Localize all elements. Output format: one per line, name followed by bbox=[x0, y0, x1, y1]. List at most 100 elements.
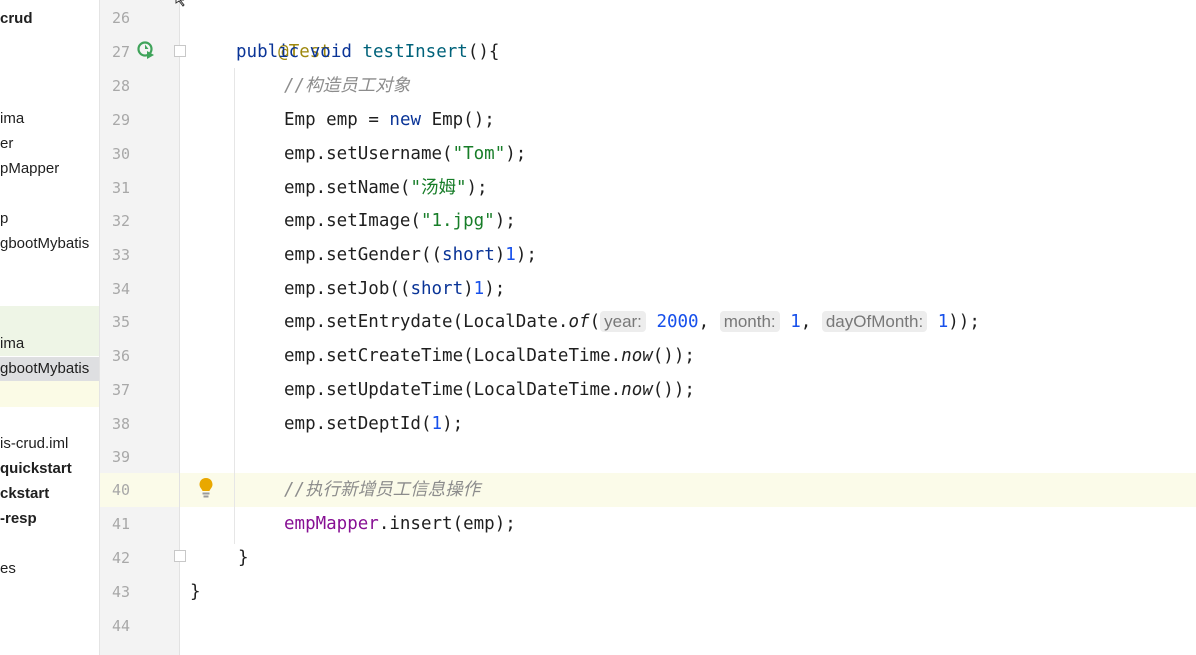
code-token: emp.setName( bbox=[284, 178, 411, 198]
code-token: emp.setUsername( bbox=[284, 144, 453, 164]
code-line-43: } bbox=[190, 575, 201, 609]
tree-item[interactable]: ima bbox=[0, 107, 99, 131]
keyword-token: new bbox=[389, 110, 422, 130]
code-line-34: emp.setJob((short)1); bbox=[284, 272, 505, 306]
code-token: ); bbox=[484, 279, 506, 299]
line-number: 33 bbox=[111, 246, 130, 264]
code-line-29: Emp emp = new Emp(); bbox=[284, 103, 495, 137]
code-line-35: emp.setEntrydate(LocalDate.of(year: 2000… bbox=[284, 311, 980, 332]
code-token: (){ bbox=[467, 42, 500, 62]
string-token: "汤姆" bbox=[410, 178, 467, 198]
line-number: 41 bbox=[111, 515, 130, 533]
code-token: .insert(emp); bbox=[378, 514, 516, 534]
keyword-token: short bbox=[442, 245, 495, 265]
tree-item[interactable]: quickstart bbox=[0, 457, 99, 481]
code-token: emp.setGender(( bbox=[284, 245, 443, 265]
code-token: } bbox=[238, 548, 249, 568]
run-test-icon[interactable] bbox=[137, 41, 157, 61]
number-token: 1 bbox=[473, 279, 485, 299]
number-token: 1 bbox=[937, 312, 949, 332]
line-number: 39 bbox=[111, 448, 130, 466]
code-line-40: //执行新增员工信息操作 bbox=[284, 473, 480, 507]
code-token: )); bbox=[948, 312, 980, 332]
tree-item[interactable]: is-crud.iml bbox=[0, 432, 99, 456]
code-line-37: emp.setUpdateTime(LocalDateTime.now()); bbox=[284, 373, 695, 407]
line-number: 26 bbox=[111, 9, 130, 27]
code-token: ); bbox=[505, 144, 527, 164]
code-line-41: empMapper.insert(emp); bbox=[284, 507, 516, 541]
string-token: "1.jpg" bbox=[420, 211, 495, 231]
static-method-token: now bbox=[621, 380, 653, 400]
code-token: ) bbox=[494, 245, 506, 265]
code-token: = bbox=[368, 110, 379, 130]
line-number: 31 bbox=[111, 179, 130, 197]
line-number: 32 bbox=[111, 212, 130, 230]
line-number: 27 bbox=[111, 43, 130, 61]
code-token: ); bbox=[466, 178, 488, 198]
code-line-27: public void testInsert(){ bbox=[236, 35, 499, 69]
number-token: 2000 bbox=[656, 312, 699, 332]
tree-item-spacer bbox=[0, 381, 99, 407]
project-tree-panel: crud ima er pMapper p gbootMybatis ima g… bbox=[0, 0, 100, 655]
field-token: empMapper bbox=[284, 514, 379, 534]
line-number: 44 bbox=[111, 617, 130, 635]
code-token: Emp bbox=[284, 110, 316, 130]
static-method-token: of bbox=[568, 312, 590, 332]
code-token: ()); bbox=[652, 380, 695, 400]
code-token: ); bbox=[442, 414, 464, 434]
code-token: } bbox=[190, 582, 201, 602]
indent-guide bbox=[234, 68, 235, 544]
tree-item[interactable]: es bbox=[0, 557, 99, 581]
code-line-30: emp.setUsername("Tom"); bbox=[284, 137, 526, 171]
tree-item-spacer bbox=[0, 306, 99, 332]
code-line-31: emp.setName("汤姆"); bbox=[284, 171, 488, 205]
tree-item[interactable]: p bbox=[0, 207, 99, 231]
parameter-hint: dayOfMonth: bbox=[821, 311, 928, 332]
code-line-36: emp.setCreateTime(LocalDateTime.now()); bbox=[284, 339, 695, 373]
tree-item[interactable]: ckstart bbox=[0, 482, 99, 506]
line-number: 35 bbox=[111, 313, 130, 331]
number-token: 1 bbox=[431, 414, 443, 434]
code-editor[interactable]: @Test public void testInsert(){ //构造员工对象… bbox=[180, 0, 1196, 655]
line-number: 28 bbox=[111, 77, 130, 95]
code-token: emp.setDeptId( bbox=[284, 414, 432, 434]
string-token: "Tom" bbox=[452, 144, 506, 164]
method-name: testInsert bbox=[362, 42, 468, 62]
parameter-hint: month: bbox=[719, 311, 780, 332]
line-number: 30 bbox=[111, 145, 130, 163]
comment-token: //构造员工对象 bbox=[284, 76, 411, 96]
code-token: ()); bbox=[652, 346, 695, 366]
code-token: emp bbox=[326, 110, 358, 130]
code-line-33: emp.setGender((short)1); bbox=[284, 238, 537, 272]
keyword-token: void bbox=[309, 42, 352, 62]
tree-item[interactable]: ima bbox=[0, 332, 99, 356]
tree-item[interactable]: er bbox=[0, 132, 99, 156]
parameter-hint: year: bbox=[600, 311, 646, 332]
number-token: 1 bbox=[790, 312, 801, 332]
line-number: 43 bbox=[111, 583, 130, 601]
code-token: ) bbox=[463, 279, 474, 299]
line-number: 40 bbox=[111, 481, 130, 499]
code-token: ); bbox=[515, 245, 537, 265]
code-token: emp.setUpdateTime(LocalDateTime. bbox=[284, 380, 622, 400]
line-number: 37 bbox=[111, 381, 130, 399]
tree-item[interactable]: gbootMybatis bbox=[0, 232, 99, 256]
keyword-token: public bbox=[236, 42, 300, 62]
tree-item[interactable]: -resp bbox=[0, 507, 99, 531]
code-line-38: emp.setDeptId(1); bbox=[284, 407, 463, 441]
code-token: emp.setCreateTime(LocalDateTime. bbox=[284, 346, 622, 366]
line-number: 29 bbox=[111, 111, 130, 129]
line-number: 36 bbox=[111, 347, 130, 365]
line-number: 34 bbox=[111, 280, 130, 298]
code-token: Emp(); bbox=[431, 110, 495, 130]
number-token: 1 bbox=[505, 245, 516, 265]
code-line-26: @Test bbox=[236, 1, 331, 62]
code-line-28: //构造员工对象 bbox=[284, 69, 410, 103]
tree-item[interactable]: crud bbox=[0, 7, 99, 31]
line-number: 42 bbox=[111, 549, 130, 567]
tree-item[interactable]: pMapper bbox=[0, 157, 99, 181]
tree-item-selected[interactable]: gbootMybatis bbox=[0, 357, 99, 381]
code-token: emp.setEntrydate(LocalDate. bbox=[284, 312, 569, 332]
code-token: emp.setJob(( bbox=[284, 279, 411, 299]
code-token: emp.setImage( bbox=[284, 211, 421, 231]
